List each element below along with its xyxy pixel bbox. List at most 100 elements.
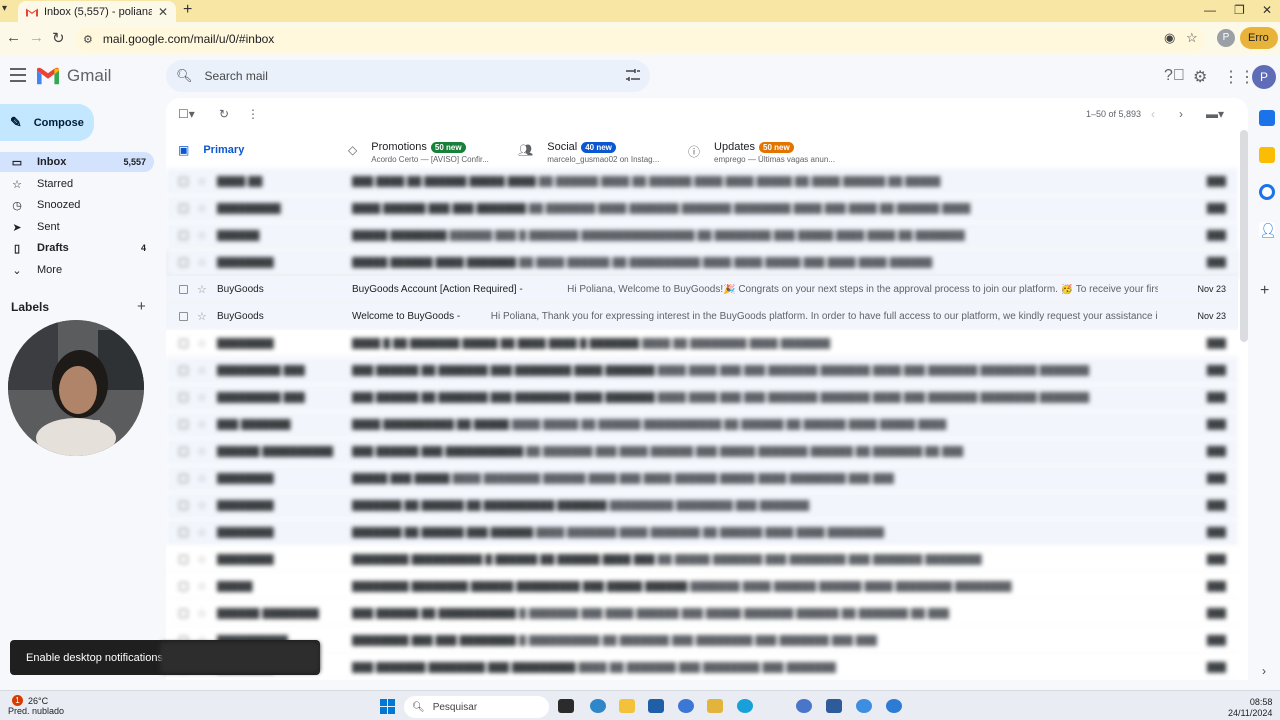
table-row[interactable]: ☆ ████████ █████ ███ █████ ████ ████████ █…	[166, 465, 1238, 492]
app-icon-1[interactable]	[590, 699, 606, 713]
eye-icon[interactable]: ◉	[1164, 30, 1175, 46]
new-tab-icon[interactable]: +	[183, 1, 192, 19]
maximize-icon[interactable]: ❐	[1234, 3, 1245, 17]
settings-gear-icon[interactable]: ⚙	[1193, 67, 1207, 87]
apps-grid-icon[interactable]: ⋮⋮	[1223, 67, 1255, 87]
forward-icon[interactable]: →	[29, 29, 44, 46]
app-icon-5[interactable]	[796, 699, 812, 713]
table-row[interactable]: ☆ ███ ███████ ████ ██████████ ██ █████ ███…	[166, 411, 1238, 438]
row-checkbox[interactable]	[179, 311, 188, 321]
tab-label: Promotions	[371, 141, 427, 153]
sidebar-item-more[interactable]: ⌄ More	[0, 260, 154, 280]
row-checkbox[interactable]	[179, 284, 188, 294]
table-row[interactable]: ☆ BuyGoods Welcome to BuyGoods - Hi Poli…	[166, 303, 1238, 330]
keep-icon[interactable]	[1259, 147, 1275, 163]
new-count-badge: 50 new	[759, 142, 794, 153]
prev-page-icon[interactable]: ‹	[1151, 107, 1155, 121]
table-row[interactable]: ☆ ██████ ██████████ ███ ██████ ███ ███████…	[166, 438, 1238, 465]
task-view-icon[interactable]	[558, 699, 574, 713]
close-tab-icon[interactable]: ✕	[158, 5, 168, 19]
tasks-icon[interactable]	[1259, 184, 1275, 200]
table-row[interactable]: ☆ █████ ████████ ████████ ██████ █████████…	[166, 573, 1238, 600]
close-window-icon[interactable]: ✕	[1262, 3, 1272, 17]
select-all-checkbox[interactable]: ☐▾	[178, 107, 195, 121]
table-row[interactable]: ☆ ████████ ███████ ██ ██████ ███ ██████ ██…	[166, 519, 1238, 546]
table-row[interactable]: ☆ ████ ██ ███ ████ ██ ██████ █████ ████ ██…	[166, 168, 1238, 195]
table-row[interactable]: ☆ █████████ ████ ██████ ███ ███ ███████ ██…	[166, 195, 1238, 222]
sidebar-item-label: Starred	[37, 178, 74, 190]
contacts-icon[interactable]: 👤︎	[1259, 222, 1277, 238]
chrome-icon[interactable]	[856, 699, 872, 713]
tab-social[interactable]: 👥︎ Social 40 new marcelo_gusmao02 on Inst…	[518, 134, 659, 168]
email-subject-line: BuyGoods Account [Action Required] - Hi …	[352, 284, 1158, 295]
edge-icon[interactable]	[737, 699, 753, 713]
email-date: Nov 23	[1197, 311, 1226, 321]
back-icon[interactable]: ←	[6, 29, 21, 46]
support-icon[interactable]: ?⃝	[1164, 67, 1185, 85]
drafts-count: 4	[140, 243, 146, 253]
more-options-icon[interactable]: ⋮	[247, 107, 259, 121]
input-tools-icon[interactable]: ▬▾	[1206, 107, 1224, 121]
reload-icon[interactable]: ↻	[52, 29, 65, 47]
app-icon-4[interactable]	[678, 699, 694, 713]
weather-description: Pred. nublado	[8, 706, 65, 716]
table-row[interactable]: ☆██████████████████ ███ ███ ████████ █ █…	[166, 627, 1238, 654]
toast-blurred-actions[interactable]	[160, 642, 320, 673]
table-row[interactable]: ☆ ████████ ████ █ ██ ███████ █████ ██ ████…	[166, 330, 1238, 357]
tab-search-icon[interactable]: ▾	[2, 3, 7, 14]
app-icon-2[interactable]	[619, 699, 635, 713]
compose-button[interactable]: ✎ Compose	[0, 104, 94, 141]
main-menu-icon[interactable]	[10, 68, 26, 82]
table-row[interactable]: ☆ ██████ █████ ████████ ██████ ███ █ █████…	[166, 222, 1238, 249]
sidebar-item-inbox[interactable]: ▭ Inbox 5,557	[0, 152, 154, 172]
add-label-icon[interactable]: +	[137, 298, 146, 315]
inbox-tray-icon: ▣	[178, 143, 190, 157]
search-icon[interactable]: 🔍︎	[176, 68, 193, 84]
app-icon-6[interactable]	[826, 699, 842, 713]
next-page-icon[interactable]: ›	[1179, 107, 1183, 121]
system-clock[interactable]: 08:58 24/11/2024	[1228, 697, 1272, 719]
taskbar-search-box[interactable]: 🔍︎ Pesquisar	[404, 696, 549, 718]
weather-widget[interactable]: 1 26°C Pred. nublado	[8, 695, 65, 716]
get-addons-icon[interactable]: +	[1260, 282, 1269, 300]
star-icon[interactable]: ☆	[197, 310, 207, 323]
gmail-logo[interactable]: Gmail	[37, 66, 111, 86]
file-explorer-icon[interactable]	[707, 699, 723, 713]
star-icon[interactable]: ☆	[197, 283, 207, 296]
error-badge-button[interactable]: Erro	[1240, 27, 1278, 49]
sidebar-item-starred[interactable]: ☆ Starred	[0, 174, 154, 194]
sidebar-item-drafts[interactable]: ▯ Drafts 4	[0, 238, 154, 258]
compose-label: Compose	[33, 116, 84, 129]
table-row[interactable]: ☆ █████████ ███ ███ ██████ ██ ███████ ███ …	[166, 357, 1238, 384]
search-bar[interactable]: 🔍︎ Search mail	[166, 60, 650, 92]
sidebar-item-snoozed[interactable]: ◷ Snoozed	[0, 195, 154, 215]
table-row[interactable]: ☆ ██████ ████████ ███ ██████ ██ ██████████…	[166, 600, 1238, 627]
site-info-icon[interactable]: ⚙	[83, 33, 93, 46]
table-row[interactable]: ☆███████████ ███████ ████████ ███ ██████…	[166, 654, 1238, 680]
search-input[interactable]: Search mail	[205, 69, 268, 83]
tab-promotions[interactable]: ◇ Promotions 50 new Acordo Certo — [AVISO…	[348, 134, 489, 168]
table-row[interactable]: ☆ ████████ ███████ ██ ██████ ██ ██████████…	[166, 492, 1238, 519]
table-row[interactable]: ☆ █████████ ███ ███ ██████ ██ ███████ ███ …	[166, 384, 1238, 411]
minimize-icon[interactable]: —	[1204, 3, 1216, 17]
refresh-icon[interactable]: ↻	[219, 107, 229, 121]
browser-profile-avatar[interactable]: P	[1217, 29, 1235, 47]
list-scrollbar[interactable]	[1240, 130, 1248, 342]
search-options-icon[interactable]	[626, 68, 640, 82]
draft-icon: ▯	[13, 242, 21, 255]
app-icon-7[interactable]	[886, 699, 902, 713]
browser-tab-gmail[interactable]: Inbox (5,557) - polianagusmao ✕	[18, 1, 176, 22]
tab-primary[interactable]: ▣ Primary	[178, 134, 244, 168]
bookmark-star-icon[interactable]: ☆	[1186, 30, 1198, 46]
tab-updates[interactable]: ⓘ Updates 50 new emprego — Últimas vagas …	[688, 134, 835, 168]
url-field[interactable]: ⚙ mail.google.com/mail/u/0/#inbox	[75, 27, 1205, 51]
table-row[interactable]: ☆ ████████ ████████ ██████████ █ ██████ ██…	[166, 546, 1238, 573]
table-row[interactable]: ☆ ████████ █████ ██████ ████ ███████ ██ ██…	[166, 249, 1238, 276]
calendar-icon[interactable]	[1259, 110, 1275, 126]
hide-side-panel-icon[interactable]: ›	[1262, 664, 1266, 678]
account-avatar[interactable]: P	[1252, 65, 1276, 89]
windows-start-icon[interactable]	[380, 699, 395, 714]
table-row[interactable]: ☆ BuyGoods BuyGoods Account [Action Requ…	[166, 276, 1238, 303]
sidebar-item-sent[interactable]: ➤ Sent	[0, 217, 154, 237]
app-icon-3[interactable]	[648, 699, 664, 713]
